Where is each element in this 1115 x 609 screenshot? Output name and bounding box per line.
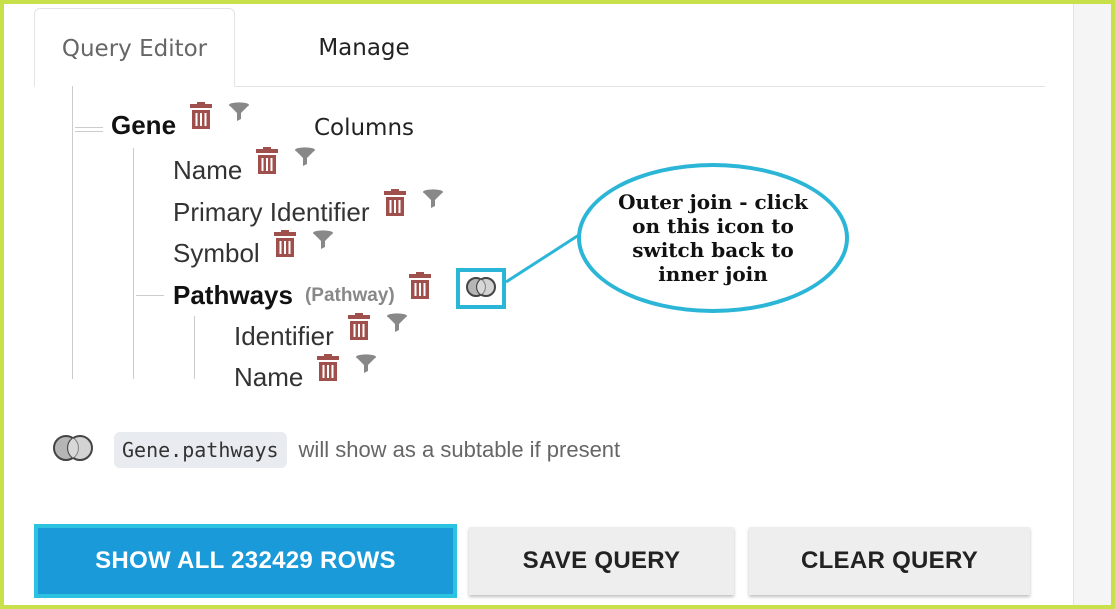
- tree-connector: [75, 131, 103, 132]
- trash-icon[interactable]: [273, 230, 296, 261]
- tree-node-pathway-name: Name: [234, 353, 377, 393]
- trash-icon[interactable]: [383, 189, 406, 220]
- tree-node-pathways: Pathways (Pathway): [173, 272, 431, 311]
- tree-connector: [133, 148, 134, 379]
- right-panel-edge: [1073, 0, 1115, 609]
- node-label: Gene: [111, 110, 177, 140]
- outer-join-icon: [465, 276, 497, 302]
- annotation-callout: Outer join - click on this icon to switc…: [577, 163, 849, 313]
- tree-node-symbol: Symbol: [173, 229, 334, 269]
- trash-icon[interactable]: [317, 354, 340, 385]
- filter-icon[interactable]: [422, 188, 444, 213]
- tree-connector: [75, 127, 103, 128]
- save-query-button[interactable]: SAVE QUERY: [469, 527, 734, 595]
- tree-connector: [136, 295, 164, 296]
- trash-icon[interactable]: [256, 147, 279, 178]
- node-label: Pathways: [173, 280, 293, 310]
- trash-icon[interactable]: [190, 102, 213, 133]
- tree-connector: [72, 86, 73, 379]
- filter-icon[interactable]: [228, 101, 250, 126]
- filter-icon[interactable]: [312, 229, 334, 254]
- filter-icon[interactable]: [294, 146, 316, 171]
- clear-query-button[interactable]: CLEAR QUERY: [749, 527, 1030, 595]
- filter-icon[interactable]: [386, 312, 408, 337]
- tree-node-primary-identifier: Primary Identifier: [173, 188, 444, 228]
- tree-node-name: Name: [173, 146, 316, 186]
- outer-join-toggle[interactable]: [456, 268, 506, 309]
- node-type-label: (Pathway): [304, 284, 395, 306]
- query-tree: Gene Name Primary Identifier Symbol Path…: [0, 0, 1073, 430]
- node-label: Primary Identifier: [173, 197, 370, 227]
- callout-text: Outer join - click on this icon to switc…: [618, 190, 808, 286]
- subtable-info: Gene.pathways will show as a subtable if…: [52, 430, 620, 470]
- node-label: Symbol: [173, 238, 260, 268]
- trash-icon[interactable]: [408, 272, 431, 303]
- filter-icon[interactable]: [355, 353, 377, 378]
- join-path-code: Gene.pathways: [114, 432, 287, 468]
- subtable-info-text: will show as a subtable if present: [298, 437, 621, 462]
- tree-connector: [194, 316, 195, 379]
- node-label: Identifier: [234, 321, 334, 351]
- trash-icon[interactable]: [347, 313, 370, 344]
- tree-node-gene: Gene: [111, 101, 250, 141]
- outer-join-icon: [52, 433, 94, 467]
- node-label: Name: [234, 362, 304, 392]
- tree-node-identifier: Identifier: [234, 312, 408, 352]
- show-all-rows-button[interactable]: SHOW ALL 232429 ROWS: [34, 524, 457, 598]
- node-label: Name: [173, 155, 243, 185]
